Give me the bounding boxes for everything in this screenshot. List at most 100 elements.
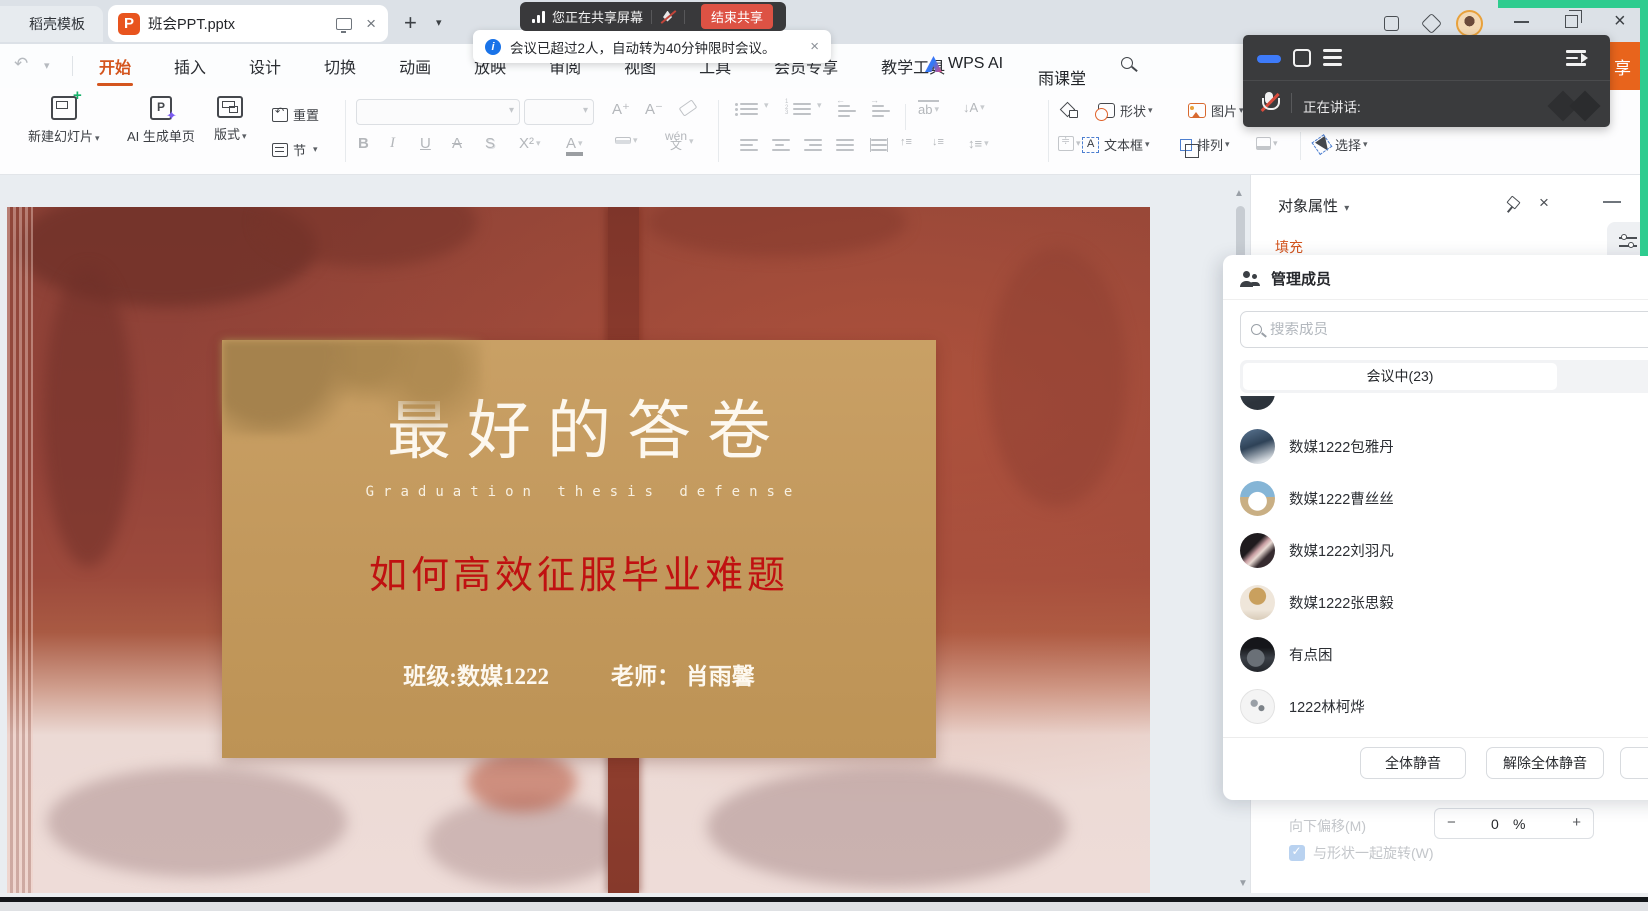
textbox-button[interactable]: 文本框▾ [1082,135,1150,154]
tab-docer-templates[interactable]: 稻壳模板 [0,6,103,42]
toast-close-icon[interactable]: × [810,38,819,55]
end-share-button[interactable]: 结束共享 [701,4,773,29]
presentation-monitor-icon[interactable] [336,18,352,30]
scroll-down-icon[interactable]: ▼ [1238,878,1248,889]
smart-diagram-icon[interactable] [1062,102,1078,118]
numbered-list-icon[interactable] [793,102,811,116]
font-size-select[interactable] [524,99,594,125]
bold-icon[interactable]: B [358,135,369,152]
highlight-color-icon[interactable]: ▾ [615,135,638,146]
reset-button[interactable]: 重置 [272,105,319,124]
members-list[interactable]: 数媒1222包雅丹 数媒1222曹丝丝 数媒1222刘羽凡 数媒1222张思毅 … [1240,396,1648,736]
panel-collapse-icon[interactable] [1603,201,1621,203]
align-right-icon[interactable] [804,138,822,152]
account-avatar[interactable] [1456,10,1483,37]
italic-icon[interactable]: I [390,135,395,152]
text-shadow-icon[interactable]: S [485,135,495,152]
slide-title-card[interactable]: 最好的答卷 Graduation thesis defense 如何高效征服毕业… [222,340,936,758]
menu-tab[interactable]: 动画 [397,44,433,88]
underline-icon[interactable]: U [420,135,431,152]
arrange-button[interactable]: 排列▾ [1180,135,1230,154]
menu-tab[interactable]: 插入 [172,44,208,88]
new-slide-button[interactable]: 新建幻灯片▾ [28,96,100,145]
justify-icon[interactable] [836,138,854,152]
distribute-text-icon[interactable] [870,138,888,152]
member-row[interactable]: 1222林柯烨 [1240,688,1365,724]
char-border-icon[interactable]: ab▾ [918,100,939,117]
text-direction-icon[interactable]: ↓A▾ [963,100,985,115]
increase-indent-icon[interactable] [872,104,890,118]
workspace-icon[interactable] [1384,16,1399,31]
line-spacing-down-icon[interactable]: ↓≡ [932,136,944,148]
unmute-all-button[interactable]: 解除全体静音 [1486,747,1604,779]
meeting-window-icon[interactable] [1293,49,1311,67]
superscript-icon[interactable]: X²▾ [519,135,541,152]
line-spacing-up-icon[interactable]: ↑≡ [900,136,912,148]
layout-button[interactable]: 版式▾ [214,96,247,143]
pin-icon[interactable] [1506,197,1520,211]
member-row[interactable]: 数媒1222张思毅 [1240,584,1394,620]
line-spacing-icon[interactable]: ↕≡▾ [968,136,989,151]
picture-button[interactable]: 图片▾ [1188,101,1244,120]
panel-close-icon[interactable]: × [1539,193,1549,213]
member-search-box[interactable] [1240,311,1648,348]
bullet-list-icon[interactable] [740,102,758,116]
member-row-partial[interactable] [1240,396,1275,410]
slide-canvas[interactable]: 最好的答卷 Graduation thesis defense 如何高效征服毕业… [7,207,1150,893]
close-button[interactable]: × [1614,10,1626,33]
font-family-select[interactable] [356,99,520,125]
meeting-settings-button[interactable]: 会 [1620,747,1648,779]
menu-tab[interactable]: 设计 [247,44,283,88]
slide-subtitle[interactable]: Graduation thesis defense [222,484,936,500]
member-search-input[interactable] [1270,322,1648,338]
network-indicator-icon[interactable] [1257,55,1281,63]
fill-section-label[interactable]: 填充 [1275,237,1303,257]
tab-close-icon[interactable]: × [366,15,376,32]
decrease-font-icon[interactable]: A⁻ [645,100,663,118]
select-button[interactable]: 选择▾ [1318,135,1368,154]
undo-history-chevron-icon[interactable]: ▾ [44,59,50,72]
annotation-pen-disabled-icon[interactable] [660,9,676,25]
member-row[interactable]: 数媒1222包雅丹 [1240,428,1394,464]
font-color-icon[interactable]: A▾ [566,135,583,156]
clear-format-icon[interactable] [680,103,696,113]
microphone-muted-icon[interactable] [1261,92,1277,114]
new-tab-button[interactable]: + [404,10,417,36]
restore-button[interactable] [1565,15,1578,28]
member-row[interactable]: 数媒1222刘羽凡 [1240,532,1394,568]
menu-tab[interactable]: 切换 [322,44,358,88]
increase-font-icon[interactable]: A⁺ [612,100,630,118]
scroll-up-icon[interactable]: ▲ [1234,188,1244,199]
member-row[interactable]: 有点困 [1240,636,1333,672]
slide-show-placeholder-button[interactable]: ▾ [1256,137,1278,150]
properties-title[interactable]: 对象属性 ▾ [1278,195,1349,216]
decrease-indent-icon[interactable] [838,104,856,118]
slide-placeholder-button[interactable]: ▾ [1058,136,1081,151]
pinyin-guide-icon[interactable]: wén文▾ [665,132,694,150]
tab-in-meeting[interactable]: 会议中(23) [1243,363,1557,390]
align-left-icon[interactable] [740,138,758,152]
section-button[interactable]: 节▾ [272,140,318,159]
slide-footer[interactable]: 班级:数媒1222 老师： 肖雨馨 [222,657,936,691]
apps-cube-icon[interactable] [1421,13,1442,34]
align-center-icon[interactable] [772,138,790,152]
undo-icon[interactable]: ↶ [14,54,28,74]
stepper-plus-button[interactable]: + [1572,814,1581,831]
menu-tab-wps-ai[interactable]: WPS AI [925,55,1003,73]
offset-value[interactable]: 0 [1491,816,1499,832]
checked-checkbox[interactable] [1289,845,1305,861]
panel-expand-icon[interactable] [1566,50,1588,66]
stepper-minus-button[interactable]: − [1447,814,1456,831]
mute-all-button[interactable]: 全体静音 [1360,747,1466,779]
search-icon[interactable] [1121,57,1133,69]
strikethrough-icon[interactable]: A [452,135,462,152]
menu-tab[interactable]: 开始 [97,44,133,88]
tab-list-chevron-icon[interactable]: ▾ [436,16,442,29]
meeting-list-icon[interactable] [1323,49,1342,67]
minimize-button[interactable] [1514,21,1529,23]
shapes-button[interactable]: 形状▾ [1098,101,1153,120]
ai-generate-page-button[interactable]: AI 生成单页 [127,96,195,145]
slide-headline[interactable]: 如何高效征服毕业难题 [222,544,936,599]
tab-document[interactable]: P 班会PPT.pptx × [108,5,388,42]
member-row[interactable]: 数媒1222曹丝丝 [1240,480,1394,516]
